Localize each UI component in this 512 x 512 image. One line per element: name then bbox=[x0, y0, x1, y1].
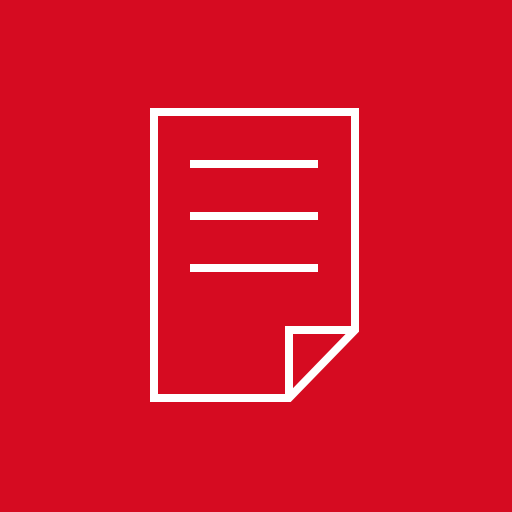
document-outline bbox=[150, 108, 359, 402]
document-icon bbox=[0, 0, 512, 512]
app-tile[interactable] bbox=[0, 0, 512, 512]
